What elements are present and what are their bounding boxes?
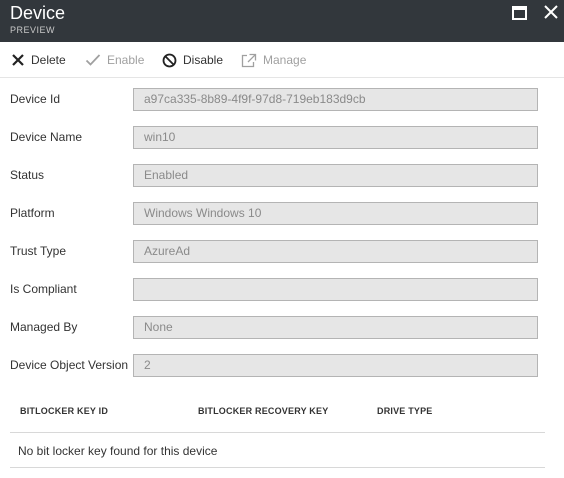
command-bar: Delete Enable Disable Manage xyxy=(0,42,564,78)
blade-title: Device xyxy=(10,3,66,23)
managed-by-label: Managed By xyxy=(10,320,78,334)
device-object-version-field[interactable]: 2 xyxy=(133,354,538,377)
column-header-key-id[interactable]: BITLOCKER KEY ID xyxy=(20,406,108,416)
delete-button[interactable]: Delete xyxy=(11,42,66,78)
disable-label: Disable xyxy=(183,53,224,67)
delete-icon xyxy=(12,54,24,66)
managed-by-field[interactable]: None xyxy=(133,316,538,339)
external-link-icon xyxy=(241,53,257,67)
grid-divider xyxy=(10,467,545,468)
is-compliant-label: Is Compliant xyxy=(10,282,77,296)
platform-label: Platform xyxy=(10,206,55,220)
platform-field[interactable]: Windows Windows 10 xyxy=(133,202,538,225)
column-header-drive-type[interactable]: DRIVE TYPE xyxy=(377,406,433,416)
enable-label: Enable xyxy=(107,53,145,67)
empty-grid-message: No bit locker key found for this device xyxy=(18,444,218,458)
maximize-icon[interactable] xyxy=(512,6,527,20)
blade-header: Device PREVIEW xyxy=(0,0,564,42)
status-field[interactable]: Enabled xyxy=(133,164,538,187)
device-name-label: Device Name xyxy=(10,130,83,144)
device-id-field[interactable]: a97ca335-8b89-4f9f-97d8-719eb183d9cb xyxy=(133,88,538,111)
trust-type-field[interactable]: AzureAd xyxy=(133,240,538,263)
block-icon xyxy=(162,53,177,67)
checkmark-icon xyxy=(85,54,101,66)
device-object-version-label: Device Object Version xyxy=(10,358,129,372)
device-id-label: Device Id xyxy=(10,92,61,106)
column-header-recovery-key[interactable]: BITLOCKER RECOVERY KEY xyxy=(198,406,328,416)
delete-label: Delete xyxy=(31,53,66,67)
manage-button[interactable]: Manage xyxy=(241,42,306,78)
is-compliant-field[interactable] xyxy=(133,278,538,301)
trust-type-label: Trust Type xyxy=(10,244,67,258)
disable-button[interactable]: Disable xyxy=(162,42,223,78)
enable-button[interactable]: Enable xyxy=(85,42,144,78)
status-label: Status xyxy=(10,168,45,182)
blade-subtitle: PREVIEW xyxy=(10,25,56,35)
device-name-field[interactable]: win10 xyxy=(133,126,538,149)
close-icon[interactable] xyxy=(542,2,560,22)
manage-label: Manage xyxy=(263,53,307,67)
grid-divider xyxy=(10,432,545,433)
